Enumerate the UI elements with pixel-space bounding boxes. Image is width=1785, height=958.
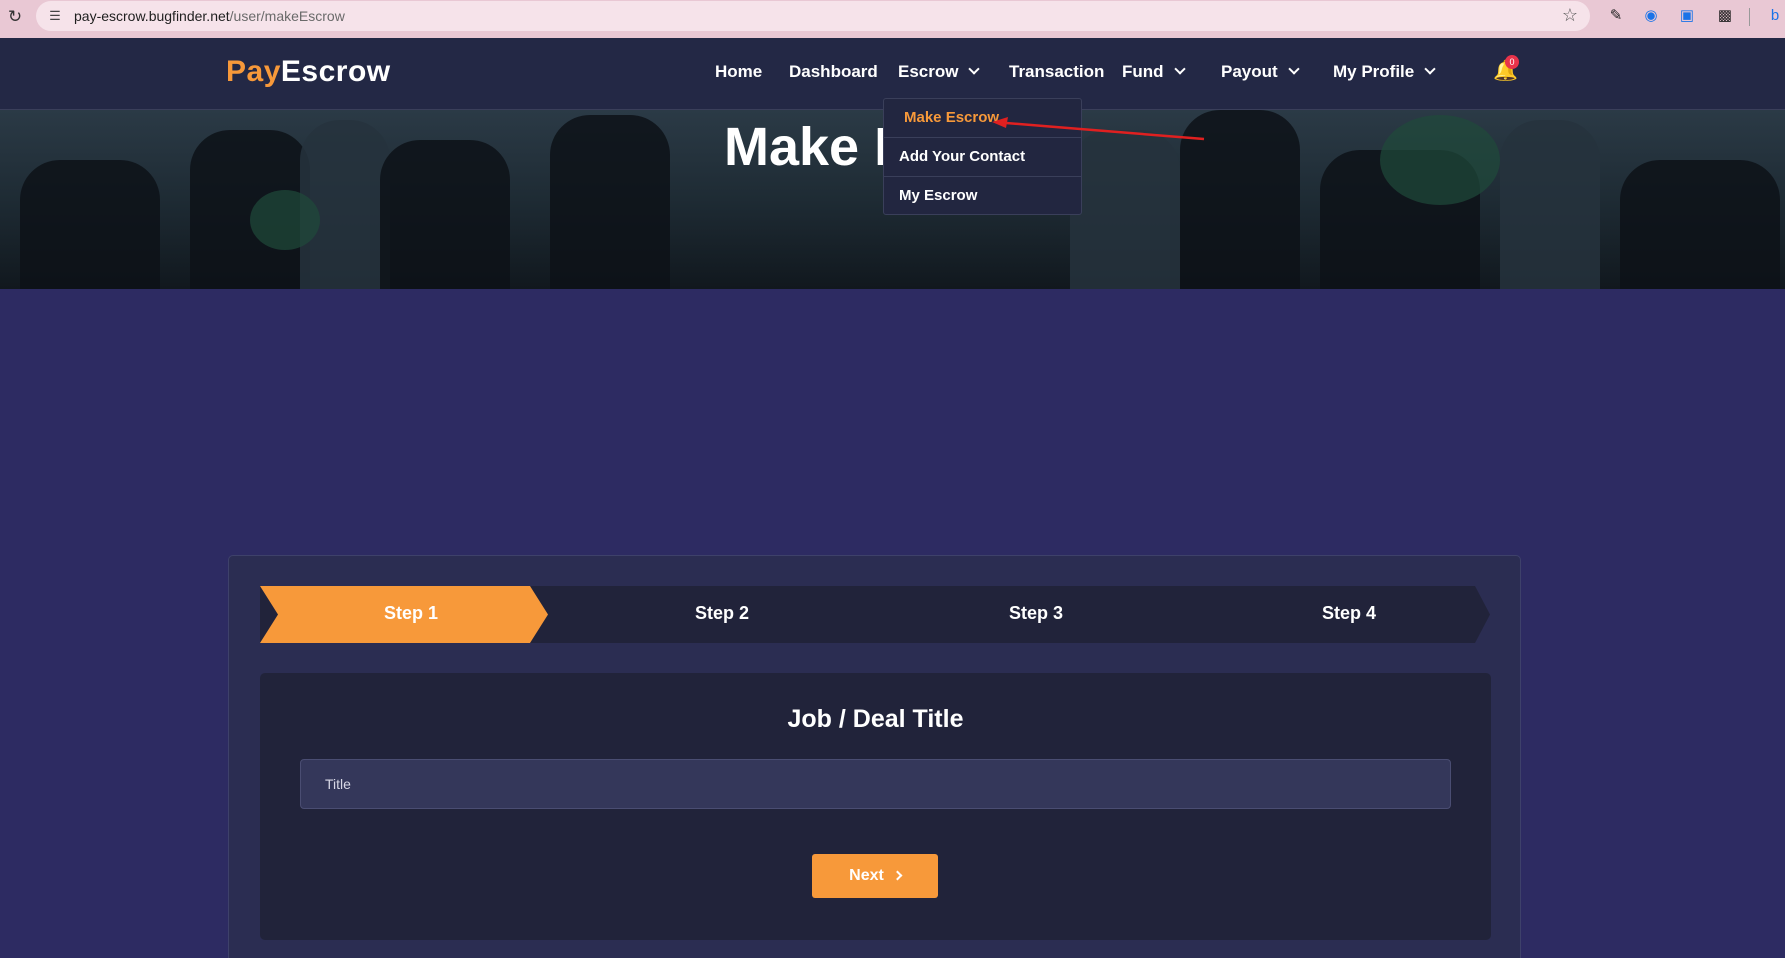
toolbar-divider bbox=[1749, 8, 1750, 26]
bookmark-star-icon[interactable]: ☆ bbox=[1562, 5, 1578, 26]
step-1-panel: Job / Deal Title Next bbox=[260, 673, 1491, 940]
step-3-label[interactable]: Step 3 bbox=[936, 603, 1136, 624]
chevron-down-icon bbox=[968, 63, 981, 75]
banner-figure bbox=[1500, 120, 1600, 289]
dropdown-item-my-escrow[interactable]: My Escrow bbox=[884, 176, 1081, 214]
banner-figure bbox=[550, 115, 670, 289]
banner-plant bbox=[250, 190, 320, 250]
nav-escrow[interactable]: Escrow bbox=[898, 62, 981, 82]
nav-my-profile[interactable]: My Profile bbox=[1333, 62, 1436, 82]
nav-dashboard[interactable]: Dashboard bbox=[789, 62, 878, 82]
step-1-label[interactable]: Step 1 bbox=[311, 603, 511, 624]
step-progress: Step 1 Step 2 Step 3 Step 4 bbox=[260, 586, 1490, 643]
browser-toolbar: ↻ ☰ pay-escrow.bugfinder.net/user/makeEs… bbox=[0, 0, 1785, 38]
site-logo[interactable]: PayEscrow bbox=[226, 55, 391, 89]
chevron-down-icon bbox=[1424, 63, 1436, 75]
notification-badge: 0 bbox=[1505, 55, 1519, 69]
next-button[interactable]: Next bbox=[812, 854, 938, 898]
nav-transaction[interactable]: Transaction bbox=[1009, 62, 1104, 82]
translate-extension-icon[interactable]: ▣ bbox=[1677, 6, 1697, 26]
site-info-icon[interactable]: ☰ bbox=[46, 7, 64, 25]
banner-figure bbox=[20, 160, 160, 289]
eyedropper-extension-icon[interactable]: ✎ bbox=[1606, 6, 1626, 26]
chevron-down-icon bbox=[1288, 63, 1300, 75]
annotation-arrow bbox=[992, 117, 1205, 141]
make-escrow-card: Step 1 Step 2 Step 3 Step 4 Job / Deal T… bbox=[228, 555, 1521, 958]
banner-figure bbox=[1620, 160, 1780, 289]
banner-plant bbox=[1380, 115, 1500, 205]
step-2-label[interactable]: Step 2 bbox=[622, 603, 822, 624]
banner-figure bbox=[380, 140, 510, 289]
nav-payout[interactable]: Payout bbox=[1221, 62, 1300, 82]
step-4-label[interactable]: Step 4 bbox=[1249, 603, 1449, 624]
screen-capture-extension-icon[interactable]: ◉ bbox=[1641, 6, 1661, 26]
reload-icon[interactable]: ↻ bbox=[4, 6, 26, 28]
job-deal-title-heading: Job / Deal Title bbox=[787, 705, 964, 733]
banner-figure bbox=[1070, 130, 1180, 289]
address-bar[interactable]: ☰ pay-escrow.bugfinder.net/user/makeEscr… bbox=[36, 1, 1590, 31]
title-input[interactable] bbox=[300, 759, 1451, 809]
url-text: pay-escrow.bugfinder.net/user/makeEscrow bbox=[74, 8, 345, 24]
nav-fund[interactable]: Fund bbox=[1122, 62, 1186, 82]
nav-home[interactable]: Home bbox=[715, 62, 762, 82]
profile-extension-icon[interactable]: b bbox=[1765, 6, 1785, 26]
extensions-puzzle-icon[interactable]: ▩ bbox=[1715, 6, 1735, 26]
chevron-right-icon bbox=[892, 870, 903, 881]
chevron-down-icon bbox=[1173, 63, 1186, 75]
